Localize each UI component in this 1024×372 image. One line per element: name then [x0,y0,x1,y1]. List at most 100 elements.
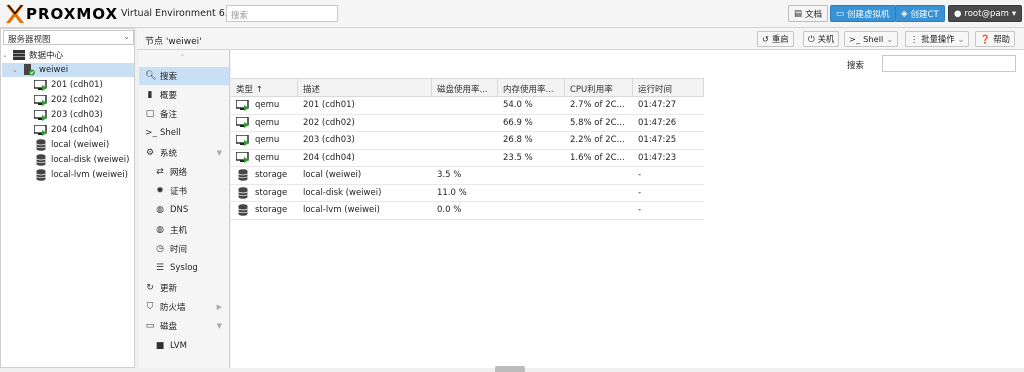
cell-description: local-disk (weiwei) [303,187,382,198]
resource-grid: 类型 ↑ 描述 磁盘使用率... 内存使用率... CPU利用率 运行时间 qe… [231,78,704,220]
tree-item-storage[interactable]: local-lvm (weiwei) [2,168,134,182]
table-row[interactable]: qemu 201 (cdh01) 54.0 % 2.7% of 2C... 01… [231,97,704,115]
globe-icon: ◍ [156,225,164,235]
cell-disk [432,150,498,167]
menu-item-updates[interactable]: ↻ 更新 [139,279,229,297]
shutdown-button[interactable]: ⏻ 关机 [803,31,840,47]
terminal-icon: >_ [145,128,158,138]
square-icon: ■ [155,341,165,351]
menu-label: 防火墙 [160,303,186,313]
bulk-actions-button[interactable]: ⋮ 批量操作 ⌄ [905,31,970,47]
vm-running-icon [34,79,48,91]
create-ct-button[interactable]: ◈ 创建CT [895,5,945,22]
table-row[interactable]: storage local (weiwei) 3.5 % - [231,167,704,185]
menu-item-system[interactable]: ⚙ 系统 ▼ [139,144,229,162]
vm-running-icon [236,117,249,129]
menu-item-summary[interactable]: ▮ 概要 [139,86,229,104]
tree-item-vm[interactable]: 203 (cdh03) [2,108,134,122]
gears-icon: ⚙ [145,148,155,158]
ellipsis-vertical-icon: ⋮ [910,34,919,44]
menu-label: 时间 [170,245,188,255]
cell-description: 203 (cdh03) [303,135,355,146]
cell-disk: 11.0 % [437,187,467,198]
help-button[interactable]: ❓ 帮助 [975,31,1015,47]
tree-item-vm[interactable]: 204 (cdh04) [2,123,134,137]
help-label: 帮助 [993,34,1010,44]
column-header-disk[interactable]: 磁盘使用率... [432,79,498,96]
menu-label: 更新 [160,284,178,294]
menu-item-certs[interactable]: ✹ 证书 [139,182,229,200]
create-vm-label: 创建虚拟机 [847,9,890,20]
cell-memory [498,185,565,202]
table-row[interactable]: storage local-lvm (weiwei) 0.0 % - [231,202,704,220]
resource-search-input[interactable] [882,55,1016,72]
logo-text: PROXMOX [26,5,119,23]
column-header-memory[interactable]: 内存使用率... [498,79,565,96]
menu-item-network[interactable]: ⇄ 网络 [139,163,229,181]
create-vm-button[interactable]: ▭ 创建虚拟机 [830,5,896,22]
proxmox-logo[interactable]: PROXMOX [5,4,118,24]
cell-type: qemu [255,117,280,128]
chevron-down-icon: ▼ [216,149,222,157]
collapse-icon[interactable]: ⌄ [12,66,20,74]
refresh-icon: ↻ [146,283,154,293]
menu-item-shell[interactable]: >_ Shell [139,124,229,142]
datacenter-icon [12,49,26,61]
cell-uptime: - [638,187,642,198]
bulk-actions-label: 批量操作 [921,34,955,44]
tree-item-storage[interactable]: local (weiwei) [2,138,134,152]
cell-cpu: 1.6% of 2C... [570,152,625,163]
cell-memory [498,167,565,184]
scroll-up-icon[interactable]: ⌃ [179,53,186,62]
menu-item-search[interactable]: 🔍︎ 搜索 [139,67,229,85]
shutdown-label: 关机 [817,34,835,44]
shell-button[interactable]: >_ Shell ⌄ [844,31,899,47]
restart-button[interactable]: ↺ 重启 [757,31,794,47]
clock-icon: ◷ [156,244,164,254]
menu-label: Syslog [170,263,198,273]
log-panel-resize-handle[interactable] [495,366,525,372]
tree-item-vm[interactable]: 201 (cdh01) [2,78,134,92]
column-header-cpu[interactable]: CPU利用率 [565,79,633,96]
menu-item-disks[interactable]: ▭ 磁盘 ▼ [139,317,229,335]
column-header-type[interactable]: 类型 ↑ [231,79,298,96]
column-header-description[interactable]: 描述 [298,79,432,96]
menu-item-firewall[interactable]: ⛉ 防火墙 ▶ [139,298,229,316]
cell-disk [432,132,498,149]
menu-label: 主机 [170,226,188,236]
table-row[interactable]: storage local-disk (weiwei) 11.0 % - [231,185,704,202]
storage-icon [34,139,48,151]
menu-item-syslog[interactable]: ☰ Syslog [139,259,229,277]
menu-label: 备注 [160,110,178,120]
storage-icon [238,186,248,199]
cell-description: 204 (cdh04) [303,152,355,163]
monitor-icon: ▭ [836,8,845,19]
menu-item-hosts[interactable]: ◍ 主机 [139,221,229,239]
table-row[interactable]: qemu 204 (cdh04) 23.5 % 1.6% of 2C... 01… [231,150,704,167]
menu-item-dns[interactable]: ◍ DNS [139,201,229,219]
chevron-down-icon: ▾ [1011,8,1017,19]
view-select[interactable]: 服务器视图 ⌄ [3,30,134,45]
docs-button[interactable]: ▤ 文档 [788,5,829,22]
cell-type: storage [255,205,288,216]
menu-item-time[interactable]: ◷ 时间 [139,240,229,258]
tree-item-vm[interactable]: 202 (cdh02) [2,93,134,107]
vm-running-icon [236,99,249,111]
tree-item-datacenter[interactable]: ⌄ 数据中心 [2,48,134,62]
collapse-icon[interactable]: ⌄ [2,51,10,59]
menu-item-lvm[interactable]: ■ LVM [139,337,229,355]
cell-type: storage [255,187,288,198]
tree-item-node[interactable]: ⌄ weiwei [2,63,134,77]
restart-icon: ↺ [762,34,769,44]
user-menu-button[interactable]: ● root@pam ▾ [948,5,1023,22]
menu-item-notes[interactable]: ▢ 备注 [139,105,229,123]
table-row[interactable]: qemu 203 (cdh03) 26.8 % 2.2% of 2C... 01… [231,132,704,150]
column-header-uptime[interactable]: 运行时间 [633,79,704,96]
global-search-input[interactable]: 搜索 [226,5,338,22]
table-row[interactable]: qemu 202 (cdh02) 66.9 % 5.8% of 2C... 01… [231,115,704,132]
cell-uptime: - [638,170,642,181]
search-label: 搜索 [847,61,865,71]
node-toolbar: 节点 'weiwei' ↺ 重启 ⏻ 关机 >_ Shell ⌄ ⋮ 批量操作 … [137,28,1024,50]
menu-label: Shell [160,128,181,138]
tree-item-storage[interactable]: local-disk (weiwei) [2,153,134,167]
